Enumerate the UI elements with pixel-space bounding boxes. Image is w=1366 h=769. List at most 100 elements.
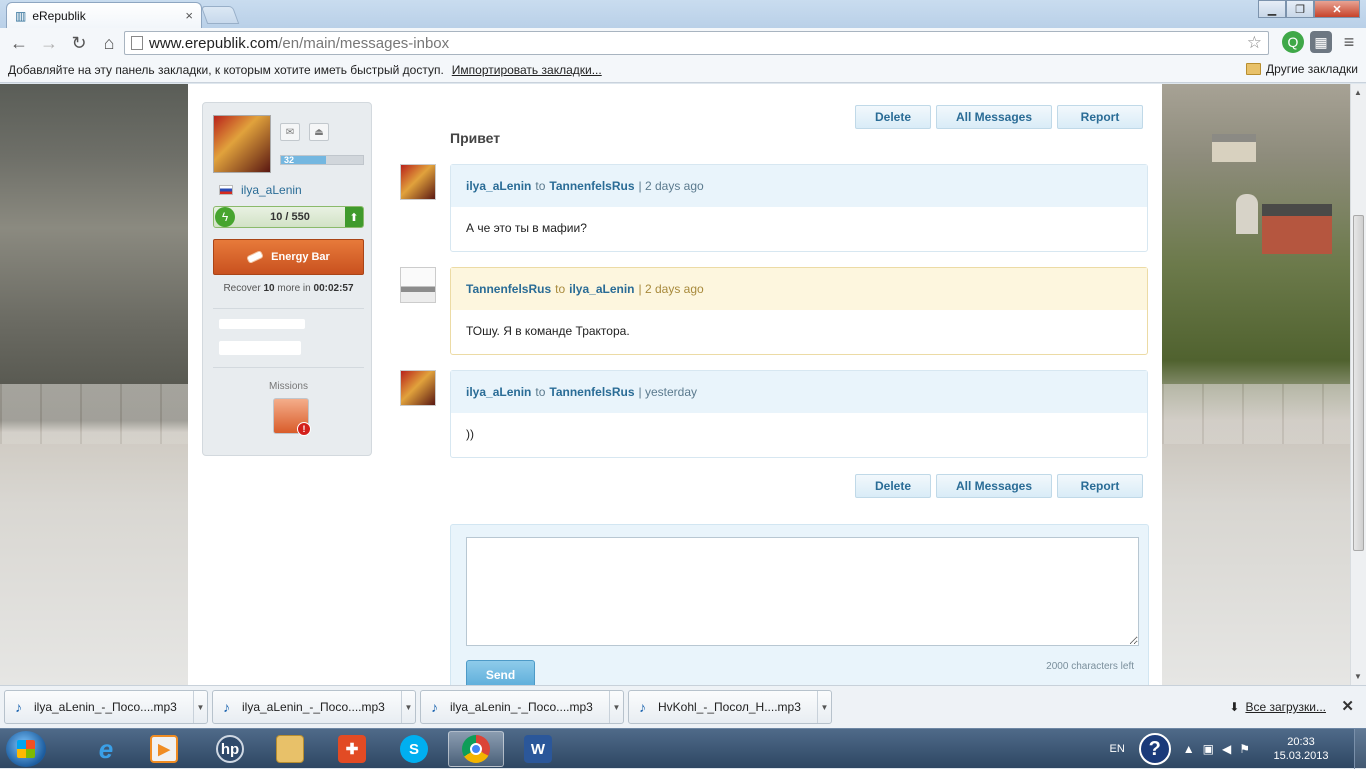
action-center-icon[interactable]: ⚑	[1239, 742, 1250, 756]
sender-link[interactable]: TannenfelsRus	[466, 282, 551, 296]
sidebar-divider	[213, 308, 364, 309]
sender-avatar[interactable]	[400, 164, 436, 200]
citizen-avatar[interactable]	[213, 115, 271, 173]
taskbar-word[interactable]: W	[510, 731, 566, 767]
energy-bar-button[interactable]: Energy Bar	[213, 239, 364, 275]
background-silo	[1236, 194, 1258, 234]
energy-up-icon[interactable]: ⬆	[345, 207, 363, 227]
download-item[interactable]: ♪ HvKohl_-_Посол_Н....mp3 ▼	[628, 690, 832, 724]
sender-avatar[interactable]	[400, 370, 436, 406]
redacted-line	[219, 341, 301, 355]
message-time: | yesterday	[638, 385, 697, 399]
delete-button[interactable]: Delete	[855, 105, 931, 129]
download-menu-icon[interactable]: ▼	[609, 691, 623, 723]
title-bar: ▥ eRepublik × ▁ ❐ ✕	[0, 0, 1366, 28]
taskbar-chrome[interactable]	[448, 731, 504, 767]
sender-avatar[interactable]	[400, 267, 436, 303]
level-number: 32	[284, 155, 295, 165]
download-menu-icon[interactable]: ▼	[817, 691, 831, 723]
citizen-name-link[interactable]: ilya_aLenin	[241, 183, 302, 197]
tray-expand-icon[interactable]: ▲	[1183, 742, 1195, 756]
office-app-icon: ✚	[338, 735, 366, 763]
show-desktop-button[interactable]	[1354, 729, 1366, 769]
extension-gray-icon[interactable]: ▦	[1310, 31, 1332, 53]
sender-link[interactable]: ilya_aLenin	[466, 179, 531, 193]
url-text[interactable]: www.erepublik.com/en/main/messages-inbox	[149, 35, 1241, 52]
window-controls: ▁ ❐ ✕	[1258, 0, 1360, 18]
bookmarks-bar: Добавляйте на эту панель закладки, к кот…	[0, 58, 1366, 83]
clock-date: 15.03.2013	[1273, 750, 1329, 762]
volume-icon[interactable]: ◀	[1222, 742, 1231, 756]
other-bookmarks-label: Другие закладки	[1266, 62, 1358, 76]
download-menu-icon[interactable]: ▼	[193, 691, 207, 723]
download-arrow-icon: ⬇	[1229, 700, 1240, 714]
network-icon[interactable]: ▣	[1203, 742, 1214, 756]
recipient-link[interactable]: TannenfelsRus	[549, 385, 634, 399]
import-bookmarks-link[interactable]: Импортировать закладки...	[452, 63, 602, 77]
download-item[interactable]: ♪ ilya_aLenin_-_Посо....mp3 ▼	[212, 690, 416, 724]
download-item[interactable]: ♪ ilya_aLenin_-_Посо....mp3 ▼	[420, 690, 624, 724]
message-header: TannenfelsRus to ilya_aLenin | 2 days ag…	[451, 268, 1147, 310]
reload-button[interactable]: ↻	[66, 30, 92, 56]
close-window-button[interactable]: ✕	[1314, 0, 1360, 18]
browser-tab[interactable]: ▥ eRepublik ×	[6, 2, 202, 28]
sender-link[interactable]: ilya_aLenin	[466, 385, 531, 399]
message-box: ilya_aLenin to TannenfelsRus | yesterday…	[450, 370, 1148, 458]
download-item[interactable]: ♪ ilya_aLenin_-_Посо....mp3 ▼	[4, 690, 208, 724]
recipient-link[interactable]: ilya_aLenin	[569, 282, 634, 296]
energy-meter: ϟ 10 / 550 ⬆	[213, 206, 364, 228]
clock[interactable]: 20:33 15.03.2013	[1266, 735, 1336, 763]
citizen-sidebar: ✉ ⏏ 32 ilya_aLenin ϟ 10 / 550 ⬆ Energy B…	[202, 102, 372, 456]
report-button[interactable]: Report	[1057, 474, 1143, 498]
message-actions-bottom: Delete All Messages Report	[855, 474, 1143, 498]
download-menu-icon[interactable]: ▼	[401, 691, 415, 723]
message-time: | 2 days ago	[638, 282, 704, 296]
messages-icon[interactable]: ✉	[280, 123, 300, 141]
scroll-thumb[interactable]	[1353, 215, 1364, 551]
background-farmhouse	[1262, 204, 1332, 254]
tab-close-icon[interactable]: ×	[185, 8, 193, 23]
forward-button[interactable]: →	[36, 30, 62, 56]
recipient-link[interactable]: TannenfelsRus	[549, 179, 634, 193]
back-button[interactable]: ←	[6, 30, 32, 56]
clock-time: 20:33	[1287, 736, 1315, 748]
all-messages-button[interactable]: All Messages	[936, 474, 1052, 498]
scroll-down-icon[interactable]: ▼	[1354, 672, 1362, 681]
bookmark-star-icon[interactable]: ☆	[1247, 33, 1262, 53]
taskbar-ie[interactable]: e	[78, 731, 134, 767]
browser-menu-icon[interactable]: ≡	[1338, 31, 1360, 53]
help-icon[interactable]: ?	[1138, 733, 1171, 765]
taskbar-explorer[interactable]	[262, 731, 318, 767]
windows-logo-icon	[17, 740, 35, 758]
message-box: TannenfelsRus to ilya_aLenin | 2 days ag…	[450, 267, 1148, 355]
minimize-button[interactable]: ▁	[1258, 0, 1286, 18]
taskbar-media[interactable]: ▶	[136, 731, 192, 767]
redacted-line	[219, 319, 305, 329]
energy-bar-label: Energy Bar	[271, 251, 330, 263]
scroll-up-icon[interactable]: ▲	[1354, 88, 1362, 97]
folder-icon	[1246, 63, 1262, 75]
page-scrollbar[interactable]: ▲ ▼	[1350, 84, 1366, 685]
new-tab-button[interactable]	[200, 6, 240, 24]
extension-q-icon[interactable]: Q	[1282, 31, 1304, 53]
taskbar-skype[interactable]: S	[386, 731, 442, 767]
language-indicator[interactable]: EN	[1109, 743, 1124, 755]
reply-textarea[interactable]	[466, 537, 1139, 646]
send-button[interactable]: Send	[466, 660, 535, 685]
all-downloads-link[interactable]: ⬇ Все загрузки...	[1229, 700, 1326, 714]
delete-button[interactable]: Delete	[855, 474, 931, 498]
start-button[interactable]	[6, 731, 46, 767]
home-button[interactable]: ⌂	[96, 30, 122, 56]
address-bar[interactable]: www.erepublik.com/en/main/messages-inbox…	[124, 31, 1269, 55]
taskbar-app[interactable]: ✚	[324, 731, 380, 767]
restore-button[interactable]: ❐	[1286, 0, 1314, 18]
taskbar-hp[interactable]: hp	[202, 731, 258, 767]
alerts-icon[interactable]: ⏏	[309, 123, 329, 141]
message-header: ilya_aLenin to TannenfelsRus | 2 days ag…	[451, 165, 1147, 207]
downloads-shelf: ♪ ilya_aLenin_-_Посо....mp3 ▼ ♪ ilya_aLe…	[0, 685, 1366, 728]
other-bookmarks[interactable]: Другие закладки	[1246, 62, 1358, 76]
main-content: ✉ ⏏ 32 ilya_aLenin ϟ 10 / 550 ⬆ Energy B…	[188, 84, 1162, 685]
report-button[interactable]: Report	[1057, 105, 1143, 129]
close-downloads-icon[interactable]: ✕	[1341, 697, 1354, 715]
all-messages-button[interactable]: All Messages	[936, 105, 1052, 129]
